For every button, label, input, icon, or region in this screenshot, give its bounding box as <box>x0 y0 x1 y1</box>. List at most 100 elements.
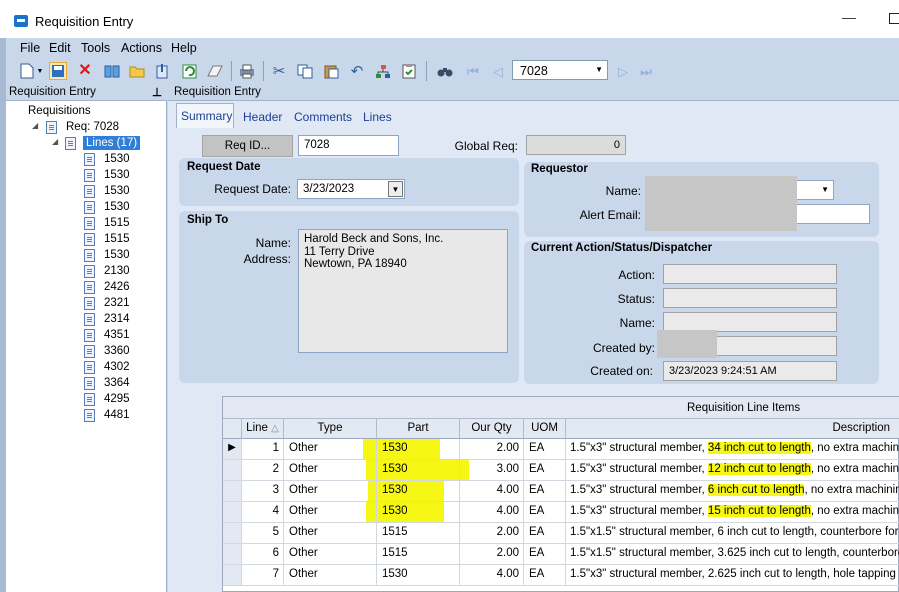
cell-uom[interactable]: EA <box>524 544 566 565</box>
copy-icon[interactable] <box>296 62 314 80</box>
tree-line-node[interactable]: 2314 <box>104 313 130 325</box>
cell-qty[interactable]: 2.00 <box>460 439 524 460</box>
save-icon[interactable] <box>49 62 67 80</box>
tab-lines[interactable]: Lines <box>363 110 392 124</box>
first-icon[interactable]: ⏮ <box>464 62 482 80</box>
cell-qty[interactable]: 4.00 <box>460 481 524 502</box>
record-selector[interactable]: 7028 ▼ <box>512 60 608 80</box>
cell-qty[interactable]: 3.00 <box>460 460 524 481</box>
menu-file[interactable]: File <box>20 41 40 55</box>
cell-part[interactable]: 1530 <box>377 460 460 481</box>
current-row-indicator-icon[interactable]: ▶ <box>223 439 242 460</box>
tree-line-node[interactable]: 4351 <box>104 329 130 341</box>
refresh-icon[interactable] <box>180 62 198 80</box>
cell-line[interactable]: 3 <box>242 481 284 502</box>
cut-icon[interactable]: ✂ <box>270 62 288 80</box>
cell-qty[interactable]: 2.00 <box>460 523 524 544</box>
tree-line-node[interactable]: 3364 <box>104 377 130 389</box>
cell-line[interactable]: 1 <box>242 439 284 460</box>
ship-to-address-box[interactable]: Harold Beck and Sons, Inc. 11 Terry Driv… <box>298 229 508 353</box>
last-icon[interactable]: ⏭ <box>637 62 655 80</box>
row-header[interactable] <box>223 460 242 481</box>
cell-uom[interactable]: EA <box>524 565 566 586</box>
cell-uom[interactable]: EA <box>524 502 566 523</box>
cell-uom[interactable]: EA <box>524 523 566 544</box>
menu-actions[interactable]: Actions <box>121 41 162 55</box>
tree-line-node[interactable]: 2426 <box>104 281 130 293</box>
cell-type[interactable]: Other <box>284 439 377 460</box>
folder-icon[interactable] <box>128 62 146 80</box>
cell-uom[interactable]: EA <box>524 439 566 460</box>
tree-line-node[interactable]: 1530 <box>104 169 130 181</box>
request-date-field[interactable]: 3/23/2023 ▼ <box>297 179 405 199</box>
tree-line-node[interactable]: 2321 <box>104 297 130 309</box>
cell-part[interactable]: 1530 <box>377 502 460 523</box>
cell-part[interactable]: 1530 <box>377 565 460 586</box>
cell-description[interactable]: 1.5"x3" structural member, 6 inch cut to… <box>566 481 899 502</box>
row-header[interactable] <box>223 502 242 523</box>
tree-line-node[interactable]: 1515 <box>104 217 130 229</box>
row-header[interactable] <box>223 523 242 544</box>
cell-uom[interactable]: EA <box>524 460 566 481</box>
row-header[interactable] <box>223 481 242 502</box>
cell-line[interactable]: 6 <box>242 544 284 565</box>
clipboard-icon[interactable] <box>400 62 418 80</box>
next-icon[interactable]: ▷ <box>614 62 632 80</box>
column-header-type[interactable]: Type <box>284 419 377 439</box>
menu-help[interactable]: Help <box>171 41 197 55</box>
maximize-icon[interactable] <box>889 13 899 24</box>
cell-line[interactable]: 5 <box>242 523 284 544</box>
undo-icon[interactable]: ↶ <box>348 62 366 80</box>
collapse-icon[interactable]: ◢ <box>52 137 58 146</box>
binoculars-icon[interactable] <box>436 62 454 80</box>
cell-type[interactable]: Other <box>284 523 377 544</box>
cell-part[interactable]: 1515 <box>377 544 460 565</box>
cell-description[interactable]: 1.5"x3" structural member, 12 inch cut t… <box>566 460 899 481</box>
cell-type[interactable]: Other <box>284 460 377 481</box>
tree-line-node[interactable]: 1530 <box>104 249 130 261</box>
tree-line-node[interactable]: 4481 <box>104 409 130 421</box>
req-id-button[interactable]: Req ID... <box>202 135 293 157</box>
column-header-uom[interactable]: UOM <box>524 419 566 439</box>
tree-line-node[interactable]: 4295 <box>104 393 130 405</box>
cell-description[interactable]: 1.5"x3" structural member, 34 inch cut t… <box>566 439 899 460</box>
cell-part[interactable]: 1530 <box>377 439 460 460</box>
chevron-down-icon[interactable]: ▼ <box>821 185 829 194</box>
eraser-icon[interactable] <box>206 62 224 80</box>
cell-qty[interactable]: 2.00 <box>460 544 524 565</box>
tab-summary[interactable]: Summary <box>176 103 234 128</box>
print-icon[interactable] <box>238 62 256 80</box>
cell-line[interactable]: 4 <box>242 502 284 523</box>
row-header[interactable] <box>223 565 242 586</box>
cell-type[interactable]: Other <box>284 502 377 523</box>
cell-part[interactable]: 1530 <box>377 481 460 502</box>
cell-type[interactable]: Other <box>284 544 377 565</box>
tree-line-node[interactable]: 2130 <box>104 265 130 277</box>
cell-uom[interactable]: EA <box>524 481 566 502</box>
prev-icon[interactable]: ◁ <box>489 62 507 80</box>
tab-comments[interactable]: Comments <box>294 110 352 124</box>
cell-description[interactable]: 1.5"x3" structural member, 15 inch cut t… <box>566 502 899 523</box>
cell-type[interactable]: Other <box>284 481 377 502</box>
tree-line-node[interactable]: 1530 <box>104 201 130 213</box>
tree-node-req[interactable]: Req: 7028 <box>66 121 119 133</box>
new-icon[interactable] <box>18 62 36 80</box>
tree-icon[interactable] <box>374 62 392 80</box>
cell-description[interactable]: 1.5"x1.5" structural member, 6 inch cut … <box>566 523 899 544</box>
tree-line-node[interactable]: 1515 <box>104 233 130 245</box>
delete-icon[interactable]: ✕ <box>76 62 94 80</box>
cell-description[interactable]: 1.5"x3" structural member, 2.625 inch cu… <box>566 565 899 586</box>
attach-icon[interactable] <box>153 62 171 80</box>
cell-part[interactable]: 1515 <box>377 523 460 544</box>
new-dropdown-icon[interactable]: ▼ <box>36 62 44 80</box>
cell-line[interactable]: 7 <box>242 565 284 586</box>
menu-tools[interactable]: Tools <box>81 41 110 55</box>
chevron-down-icon[interactable]: ▼ <box>595 65 603 74</box>
chevron-down-icon[interactable]: ▼ <box>388 181 403 197</box>
tab-header[interactable]: Header <box>243 110 282 124</box>
cell-type[interactable]: Other <box>284 565 377 586</box>
menu-edit[interactable]: Edit <box>49 41 71 55</box>
cell-qty[interactable]: 4.00 <box>460 565 524 586</box>
cell-qty[interactable]: 4.00 <box>460 502 524 523</box>
column-header-qty[interactable]: Our Qty <box>460 419 524 439</box>
